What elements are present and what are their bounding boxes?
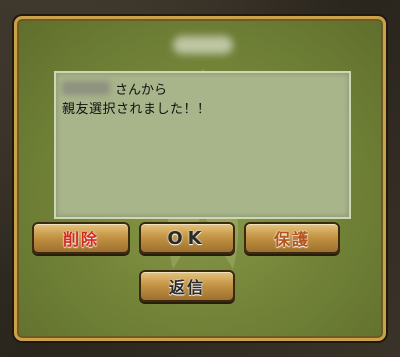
reply-button[interactable]: 返信 <box>139 270 235 302</box>
delete-button[interactable]: 削除 <box>32 222 130 254</box>
message-text-line2: 親友選択されました！！ <box>62 102 211 117</box>
screen-background: さんから 親友選択されました！！ 削除 OK 保護 返信 <box>0 0 400 357</box>
message-box: さんから 親友選択されました！！ <box>54 71 351 219</box>
sender-name-redacted <box>62 81 110 95</box>
sender-name-title-redacted <box>173 36 233 54</box>
ok-button[interactable]: OK <box>139 222 235 254</box>
protect-button[interactable]: 保護 <box>244 222 340 254</box>
message-text-line1: さんから <box>115 83 168 98</box>
